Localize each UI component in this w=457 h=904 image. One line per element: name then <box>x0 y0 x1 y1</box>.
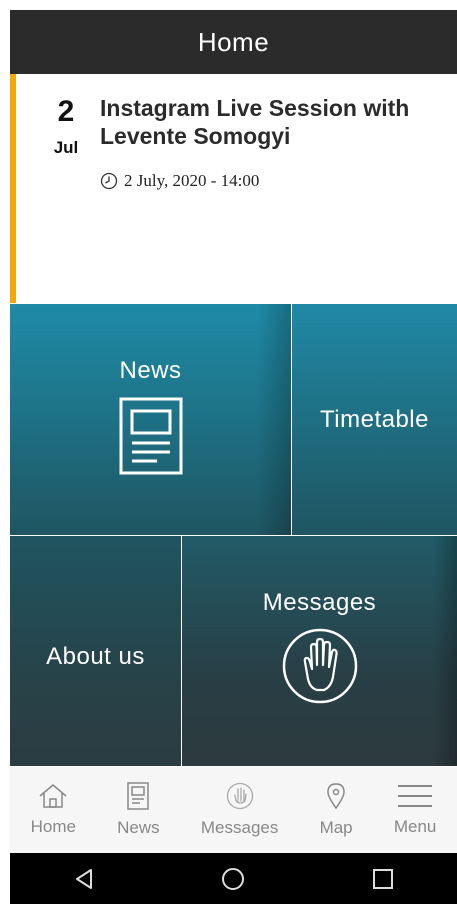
event-card[interactable]: 2 Jul Instagram Live Session with Levent… <box>10 74 457 303</box>
nav-messages[interactable]: Messages <box>201 782 278 838</box>
event-title: Instagram Live Session with Levente Somo… <box>100 95 410 149</box>
hamburger-icon <box>398 785 433 807</box>
app-header: Home <box>10 10 457 74</box>
nav-map[interactable]: Map <box>320 782 353 838</box>
nav-news-label: News <box>117 818 160 837</box>
bottom-navigation: Home News Messages Map Menu <box>10 767 457 853</box>
event-datetime: 2 July, 2020 - 14:00 <box>124 171 260 190</box>
tile-timetable-label: Timetable <box>320 405 429 433</box>
home-circle-icon[interactable] <box>221 867 245 891</box>
nav-home[interactable]: Home <box>31 783 76 837</box>
event-date: 2 Jul <box>46 96 86 158</box>
tile-messages-label: Messages <box>262 589 377 616</box>
event-month: Jul <box>53 138 79 157</box>
nav-home-label: Home <box>30 817 76 836</box>
tile-news[interactable]: News <box>10 304 291 535</box>
back-icon[interactable] <box>74 868 94 890</box>
nav-messages-label: Messages <box>200 818 279 837</box>
map-pin-icon <box>327 783 345 810</box>
tile-messages[interactable]: Messages <box>182 536 457 766</box>
tile-timetable[interactable]: Timetable <box>292 304 457 535</box>
tile-about-us[interactable]: About us <box>10 536 181 766</box>
recents-icon[interactable] <box>372 868 394 890</box>
home-icon <box>39 784 67 808</box>
nav-map-label: Map <box>319 818 353 837</box>
event-day: 2 <box>57 95 75 128</box>
nav-menu[interactable]: Menu <box>393 783 437 837</box>
hand-icon <box>282 628 357 704</box>
tile-news-label: News <box>119 356 182 384</box>
newspaper-icon <box>119 397 182 474</box>
clock-icon <box>100 172 118 190</box>
tile-about-us-label: About us <box>46 643 145 670</box>
hand-icon <box>226 782 253 810</box>
page-title: Home <box>197 26 270 57</box>
news-icon <box>127 782 150 810</box>
app-frame: Home 2 Jul Instagram Live Session with L… <box>10 10 457 904</box>
nav-news[interactable]: News <box>117 782 160 838</box>
event-datetime-row: 2 July, 2020 - 14:00 <box>100 171 259 191</box>
nav-menu-label: Menu <box>393 817 437 836</box>
system-navigation-bar <box>10 853 457 904</box>
